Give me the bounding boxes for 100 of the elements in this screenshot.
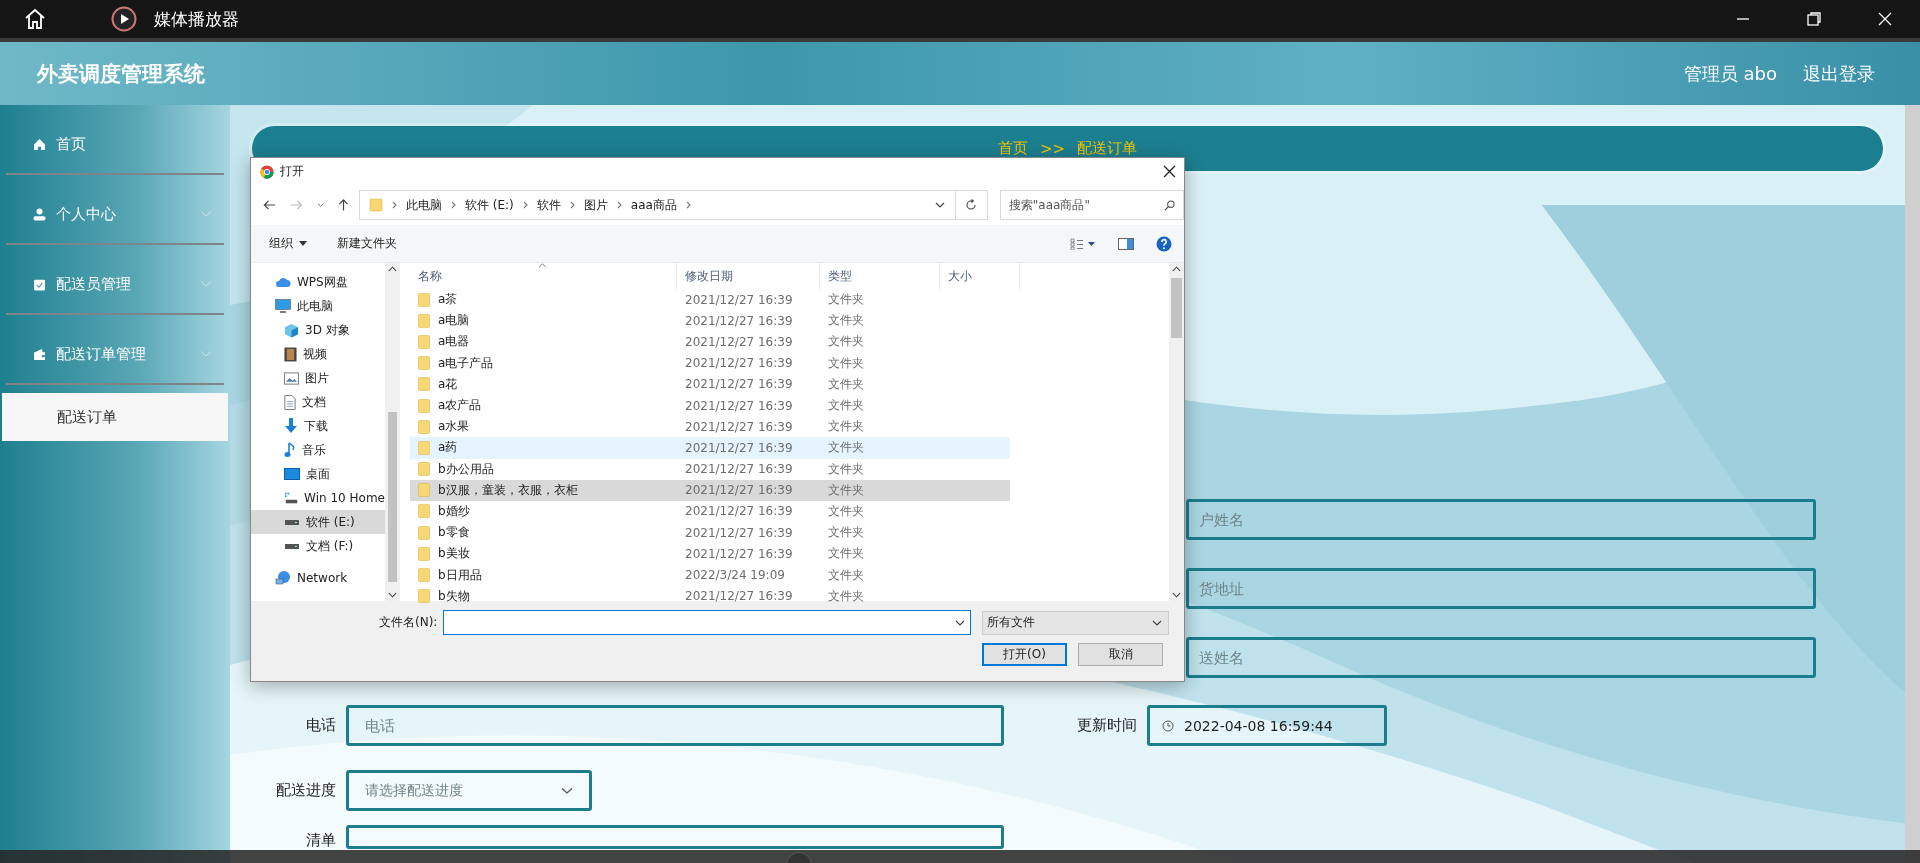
chevron-icon[interactable] (316, 202, 324, 208)
filename-field[interactable] (443, 610, 971, 635)
scroll-down-icon[interactable] (388, 592, 397, 598)
file-row[interactable]: a电器 2021/12/27 16:39 文件夹 (410, 331, 1010, 353)
close-icon[interactable] (1163, 165, 1176, 178)
nav-item[interactable]: 桌面 (251, 462, 385, 486)
file-row[interactable]: a药 2021/12/27 16:39 文件夹 (410, 437, 1010, 459)
open-button[interactable]: 打开(O) (982, 643, 1067, 666)
scroll-thumb[interactable] (1171, 278, 1182, 338)
list-field[interactable] (346, 825, 1004, 849)
file-row[interactable]: b汉服，童装，衣服，衣柜 2021/12/27 16:39 文件夹 (410, 479, 1010, 501)
up-arrow-icon[interactable] (338, 198, 349, 212)
nav-item[interactable]: 3D 对象 (251, 318, 385, 342)
text-field[interactable]: 户姓名 (1186, 499, 1816, 540)
file-name: b婚纱 (437, 502, 471, 520)
film-icon (284, 346, 297, 362)
path-segment[interactable]: 图片 (583, 196, 608, 214)
search-field[interactable]: 搜索"aaa商品" (999, 190, 1184, 220)
file-row[interactable]: a茶 2021/12/27 16:39 文件夹 (410, 289, 1010, 311)
text-field[interactable]: 送姓名 (1186, 637, 1816, 678)
music-note-icon (284, 442, 296, 458)
home-icon (33, 137, 46, 151)
chevron-right-icon[interactable] (569, 201, 575, 209)
address-bar[interactable]: 此电脑 软件 (E:) 软件 图片 aaa商品 (359, 190, 956, 220)
cancel-button[interactable]: 取消 (1078, 643, 1163, 666)
file-row[interactable]: b零食 2021/12/27 16:39 文件夹 (410, 522, 1010, 544)
nav-item[interactable]: 下载 (251, 414, 385, 438)
column-header[interactable]: 名称 (410, 263, 677, 289)
file-row[interactable]: a电子产品 2021/12/27 16:39 文件夹 (410, 352, 1010, 374)
folder-icon (418, 419, 430, 434)
file-row[interactable]: a花 2021/12/27 16:39 文件夹 (410, 373, 1010, 395)
chevron-right-icon[interactable] (392, 201, 397, 209)
file-row[interactable]: a农产品 2021/12/27 16:39 文件夹 (410, 394, 1010, 417)
menu-item[interactable]: 首页 (0, 115, 230, 173)
file-row[interactable]: a水果 2021/12/27 16:39 文件夹 (410, 416, 1010, 438)
file-name: a电器 (437, 333, 471, 351)
folder-icon (418, 398, 430, 413)
scroll-up-icon[interactable] (388, 266, 397, 272)
datetime-field[interactable]: 2022-04-08 16:59:44 (1147, 705, 1387, 746)
nav-item[interactable]: 图片 (251, 366, 385, 390)
scroll-up-icon[interactable] (1172, 266, 1181, 272)
chevron-icon[interactable] (934, 202, 945, 208)
organize-menu[interactable]: 组织 (269, 235, 307, 252)
file-row[interactable]: b失物 2021/12/27 16:39 文件夹 (410, 585, 1010, 607)
drive-icon (284, 542, 300, 550)
scrollbar[interactable] (1169, 263, 1184, 601)
nav-item[interactable]: Win 10 Home (251, 486, 385, 510)
file-type: 文件夹 (827, 291, 865, 309)
nav-item[interactable]: 文档 (251, 390, 385, 414)
scroll-down-icon[interactable] (1172, 592, 1181, 598)
path-segment[interactable]: 软件 (536, 196, 561, 214)
scroll-thumb[interactable] (388, 412, 397, 582)
file-type: 文件夹 (827, 481, 865, 499)
cloud-icon (275, 276, 291, 288)
path-segment[interactable]: 此电脑 (406, 196, 442, 214)
new-folder-button[interactable]: 新建文件夹 (337, 235, 397, 252)
nav-item[interactable]: 软件 (E:) (251, 510, 385, 534)
column-header[interactable]: 大小 (940, 263, 1020, 289)
nav-item[interactable]: WPS网盘 (251, 270, 385, 294)
file-type: 文件夹 (827, 397, 865, 415)
refresh-icon (965, 199, 978, 211)
progress-select[interactable]: 请选择配送进度 (346, 770, 592, 811)
file-row[interactable]: b办公用品 2021/12/27 16:39 文件夹 (410, 458, 1010, 480)
restore-icon[interactable] (1806, 11, 1822, 27)
refresh-button[interactable] (955, 190, 988, 220)
filetype-select[interactable]: 所有文件 (982, 610, 1169, 635)
submenu-item[interactable]: 配送订单 (2, 393, 228, 441)
preview-pane-icon[interactable] (1118, 237, 1134, 250)
help-icon[interactable] (1156, 235, 1172, 252)
folder-icon (418, 292, 430, 307)
home-icon[interactable] (23, 7, 47, 31)
chevron-right-icon[interactable] (522, 201, 528, 209)
file-row[interactable]: a电脑 2021/12/27 16:39 文件夹 (410, 310, 1010, 332)
nav-item[interactable]: 音乐 (251, 438, 385, 462)
file-date: 2021/12/27 16:39 (684, 292, 794, 307)
nav-item[interactable]: 视频 (251, 342, 385, 366)
nav-item[interactable]: 此电脑 (251, 294, 385, 318)
scrollbar[interactable] (385, 263, 400, 601)
nav-item[interactable]: Network (251, 566, 385, 590)
file-date: 2021/12/27 16:39 (684, 377, 794, 392)
column-header[interactable]: 修改日期 (677, 263, 820, 289)
phone-field[interactable]: 电话 (346, 705, 1004, 746)
text-field[interactable]: 货地址 (1186, 568, 1816, 609)
chevron-icon[interactable] (955, 619, 965, 626)
file-date: 2021/12/27 16:39 (684, 589, 794, 604)
chevron-right-icon[interactable] (685, 201, 691, 209)
chevron-icon (200, 210, 212, 218)
file-row[interactable]: b婚纱 2021/12/27 16:39 文件夹 (410, 500, 1010, 523)
nav-item[interactable]: 文档 (F:) (251, 534, 385, 558)
column-header[interactable]: 类型 (820, 263, 940, 289)
path-segment[interactable]: aaa商品 (630, 196, 677, 214)
path-segment[interactable]: 软件 (E:) (465, 196, 514, 214)
view-icon[interactable] (1070, 237, 1096, 250)
chevron-right-icon[interactable] (616, 201, 622, 209)
file-row[interactable]: b日用品 2022/3/24 19:09 文件夹 (410, 564, 1010, 586)
chevron-icon (561, 786, 573, 795)
folder-icon (418, 377, 430, 392)
back-arrow-icon[interactable] (263, 199, 276, 211)
file-row[interactable]: b美妆 2021/12/27 16:39 文件夹 (410, 543, 1010, 565)
chevron-right-icon[interactable] (451, 201, 456, 209)
